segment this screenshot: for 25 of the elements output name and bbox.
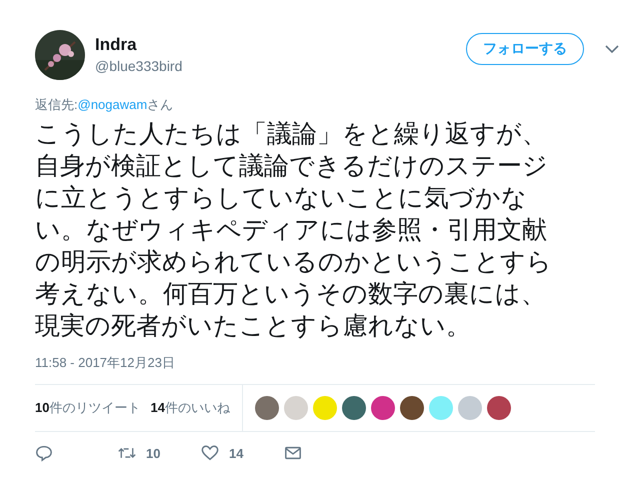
liker-avatar[interactable] — [370, 396, 395, 420]
reply-icon[interactable] — [35, 444, 53, 462]
envelope-icon[interactable] — [284, 444, 302, 462]
tweet-text-line: 現実の死者がいたことすら慮れない。 — [35, 311, 472, 342]
liker-avatar[interactable] — [486, 396, 511, 420]
stat-link[interactable]: 14件のいいね — [150, 399, 230, 417]
stat-link[interactable]: 10件のリツイート — [35, 399, 140, 417]
action-count: 14 — [229, 446, 244, 460]
reply-label: 返信先: — [35, 97, 78, 112]
liker-avatar[interactable] — [254, 396, 279, 420]
timestamp: 11:58 - 2017年12月23日 — [35, 354, 176, 372]
tweet-text-line: に立とうとすらしていないことに気づかな — [35, 183, 528, 214]
honorific-text: さん — [147, 97, 174, 112]
tweet-text-line: 自身が検証として議論できるだけのステージ — [35, 151, 549, 182]
tweet-text-line: の明示が求められているのかということすら — [35, 247, 553, 278]
heart-icon[interactable] — [201, 444, 219, 462]
tweet-text-line: 考えない。何百万というその数字の裏には、 — [35, 279, 547, 310]
chevron-down-icon[interactable] — [605, 45, 619, 53]
liker-avatar[interactable] — [400, 396, 424, 420]
author-handle: @blue333bird — [95, 57, 184, 76]
author-name: Indra — [95, 34, 138, 56]
action-count: 10 — [146, 446, 160, 460]
tweet-text-line: こうした人たちは「議論」をと繰り返すが、 — [35, 119, 548, 150]
tweet-text-line: い。なぜウィキペディアには参照・引用文献 — [35, 215, 548, 246]
liker-avatar[interactable] — [342, 396, 366, 420]
